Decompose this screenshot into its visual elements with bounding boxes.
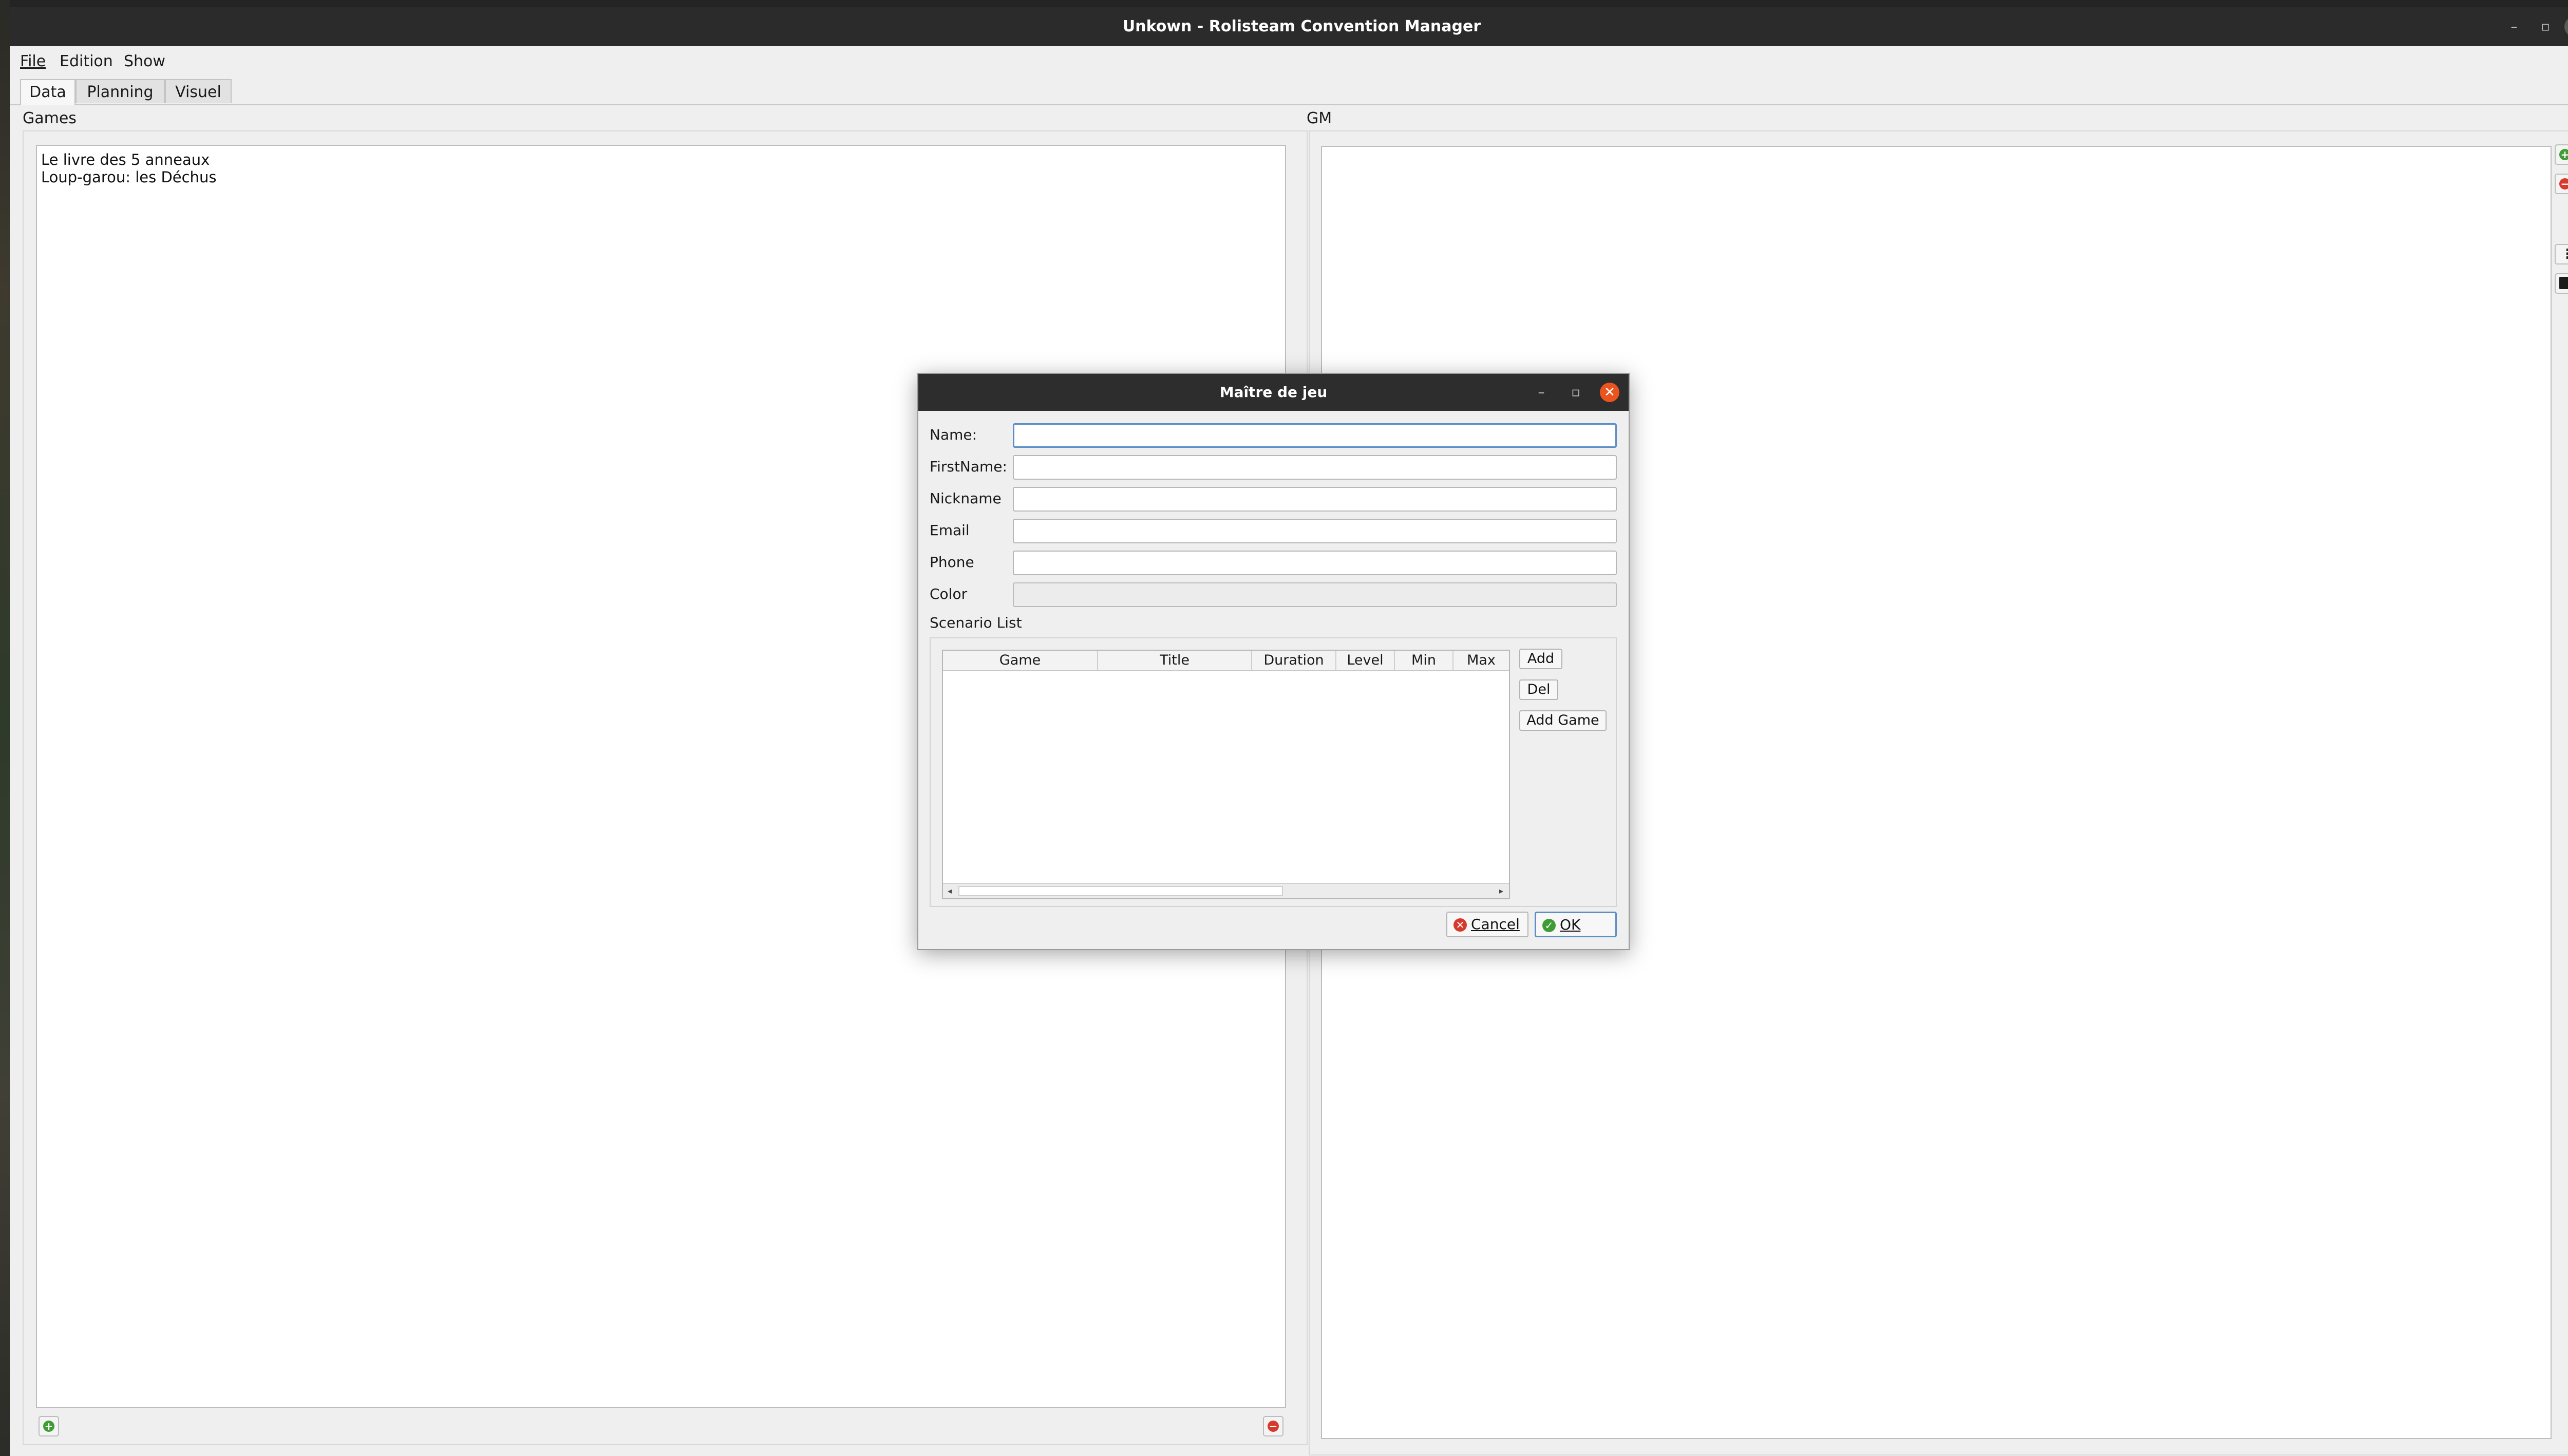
dialog-titlebar: Maître de jeu – ▫ ✕ — [918, 374, 1629, 411]
column-header-title[interactable]: Title — [1098, 651, 1252, 670]
edit-icon — [2559, 277, 2568, 289]
cancel-icon: ✕ — [1453, 918, 1467, 932]
delete-scenario-button[interactable]: Del — [1519, 679, 1558, 700]
remove-gm-button[interactable]: − — [2555, 174, 2568, 194]
email-input[interactable] — [1013, 519, 1617, 543]
menu-show[interactable]: Show — [124, 51, 165, 72]
window-title: Unkown - Rolisteam Convention Manager — [1122, 17, 1481, 35]
scroll-right-icon[interactable]: ▸ — [1495, 884, 1508, 898]
edit-button[interactable] — [2555, 273, 2568, 294]
firstname-label: FirstName: — [930, 458, 1007, 475]
desktop-background-strip — [0, 0, 10, 1456]
menubar: File Edition Show — [10, 46, 2568, 77]
scenario-list-label: Scenario List — [930, 614, 1022, 631]
firstname-input[interactable] — [1013, 455, 1617, 480]
tab-bar: Data Planning Visuel — [10, 77, 2568, 105]
horizontal-scrollbar[interactable]: ◂ ▸ — [943, 883, 1509, 898]
scroll-left-icon[interactable]: ◂ — [943, 884, 956, 898]
check-icon: ✓ — [1542, 919, 1556, 932]
remove-game-button[interactable]: − — [1263, 1416, 1283, 1436]
scenario-table[interactable]: Game Title Duration Level Min Max ◂ ▸ — [942, 650, 1510, 899]
gm-dialog: Maître de jeu – ▫ ✕ Name: FirstName: Nic… — [917, 373, 1630, 950]
column-header-game[interactable]: Game — [943, 651, 1098, 670]
name-input[interactable] — [1013, 423, 1617, 448]
add-icon: + — [43, 1421, 54, 1432]
add-gm-button[interactable]: + — [2555, 144, 2568, 165]
column-header-max[interactable]: Max — [1453, 651, 1509, 670]
tab-planning[interactable]: Planning — [75, 79, 165, 103]
remove-icon: − — [1268, 1421, 1279, 1432]
dialog-maximize-icon[interactable]: ▫ — [1566, 383, 1585, 402]
tab-visuel[interactable]: Visuel — [165, 79, 232, 103]
add-scenario-button[interactable]: Add — [1519, 649, 1562, 669]
maximize-icon[interactable]: ▫ — [2536, 17, 2555, 36]
ok-button[interactable]: ✓ OK — [1535, 912, 1617, 937]
dialog-minimize-icon[interactable]: – — [1532, 383, 1551, 402]
list-item[interactable]: Le livre des 5 anneaux — [41, 151, 210, 168]
dialog-title: Maître de jeu — [1219, 384, 1328, 401]
remove-icon: − — [2559, 178, 2568, 190]
add-icon: + — [2559, 149, 2568, 160]
phone-label: Phone — [930, 554, 974, 571]
details-button[interactable]: ⋮ — [2555, 244, 2568, 264]
dialog-close-icon[interactable]: ✕ — [1600, 383, 1619, 402]
games-panel-title: Games — [23, 109, 77, 127]
name-label: Name: — [930, 426, 977, 443]
gm-panel-title: GM — [1307, 109, 1332, 127]
window-titlebar: Unkown - Rolisteam Convention Manager – … — [10, 7, 2568, 46]
add-game-button[interactable]: + — [39, 1416, 59, 1436]
cancel-button[interactable]: ✕ Cancel — [1446, 912, 1528, 937]
nickname-label: Nickname — [930, 490, 1002, 507]
table-header: Game Title Duration Level Min Max — [943, 651, 1509, 671]
column-header-duration[interactable]: Duration — [1252, 651, 1336, 670]
column-header-min[interactable]: Min — [1395, 651, 1453, 670]
add-game-to-scenario-button[interactable]: Add Game — [1519, 710, 1607, 731]
menu-file[interactable]: File — [20, 51, 46, 72]
color-label: Color — [930, 585, 968, 602]
menu-edition[interactable]: Edition — [60, 51, 113, 72]
desktop: Unkown - Rolisteam Convention Manager – … — [0, 0, 2568, 1456]
nickname-input[interactable] — [1013, 487, 1617, 512]
tab-data[interactable]: Data — [20, 79, 75, 105]
email-label: Email — [930, 522, 970, 539]
scenario-group: Game Title Duration Level Min Max ◂ ▸ Ad… — [930, 637, 1617, 907]
top-panel — [0, 0, 2568, 7]
column-header-level[interactable]: Level — [1336, 651, 1395, 670]
minimize-icon[interactable]: – — [2505, 17, 2523, 36]
more-vertical-icon: ⋮ — [2561, 247, 2568, 262]
phone-input[interactable] — [1013, 551, 1617, 575]
scrollbar-thumb[interactable] — [958, 886, 1283, 896]
list-item[interactable]: Loup-garou: les Déchus — [41, 168, 216, 186]
color-picker[interactable] — [1013, 582, 1617, 607]
